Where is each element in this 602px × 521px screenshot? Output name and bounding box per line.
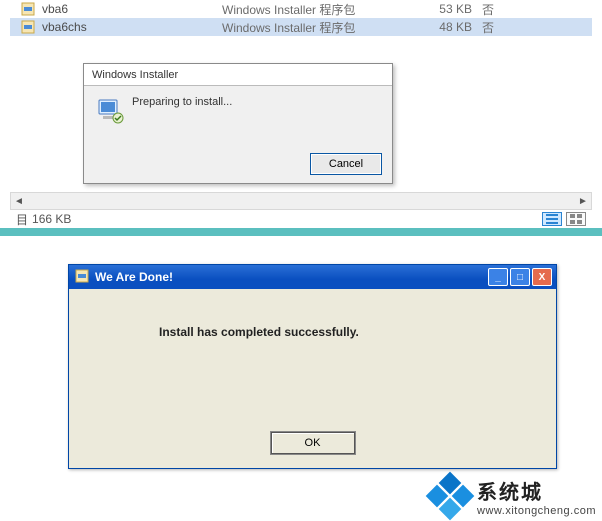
file-name: vba6chs [42, 20, 222, 34]
file-flag: 否 [482, 19, 512, 36]
minimize-button[interactable]: _ [488, 268, 508, 286]
logo-icon [429, 475, 471, 517]
file-row[interactable]: vba6 Windows Installer 程序包 53 KB 否 [10, 0, 592, 18]
installer-computer-icon [96, 96, 124, 127]
status-size: 166 KB [32, 212, 71, 226]
status-bar: 目 166 KB [10, 210, 592, 228]
file-size: 53 KB [422, 2, 482, 16]
view-details-button[interactable] [542, 212, 562, 226]
ok-button[interactable]: OK [271, 432, 355, 454]
dialog-title: Windows Installer [84, 64, 392, 86]
install-done-dialog: We Are Done! _ □ X Install has completed… [68, 264, 557, 469]
file-type: Windows Installer 程序包 [222, 19, 422, 36]
dialog-message: Install has completed successfully. [69, 289, 556, 339]
brand-url: www.xitongcheng.com [477, 505, 596, 517]
view-mode-switch [542, 212, 586, 226]
file-row[interactable]: vba6chs Windows Installer 程序包 48 KB 否 [10, 18, 592, 36]
close-button[interactable]: X [532, 268, 552, 286]
scroll-right-icon[interactable]: ► [575, 193, 591, 209]
bottom-screenshot-area: We Are Done! _ □ X Install has completed… [12, 244, 588, 508]
file-name: vba6 [42, 2, 222, 16]
watermark-logo: 系统城 www.xitongcheng.com [429, 475, 596, 517]
installer-message: Preparing to install... [132, 96, 232, 108]
msi-file-icon [20, 19, 36, 35]
scroll-left-icon[interactable]: ◄ [11, 193, 27, 209]
status-prefix: 目 [16, 211, 28, 228]
windows-installer-dialog: Windows Installer Preparing to install..… [83, 63, 393, 184]
msi-file-icon [20, 1, 36, 17]
brand-name: 系统城 [477, 476, 596, 505]
app-icon [75, 269, 89, 286]
dialog-title: We Are Done! [95, 270, 486, 284]
maximize-button[interactable]: □ [510, 268, 530, 286]
cancel-button[interactable]: Cancel [310, 153, 382, 175]
view-icons-button[interactable] [566, 212, 586, 226]
section-divider [0, 228, 602, 236]
horizontal-scrollbar[interactable]: ◄ ► [10, 192, 592, 210]
file-type: Windows Installer 程序包 [222, 1, 422, 18]
file-size: 48 KB [422, 20, 482, 34]
dialog-titlebar[interactable]: We Are Done! _ □ X [69, 265, 556, 289]
file-flag: 否 [482, 1, 512, 18]
